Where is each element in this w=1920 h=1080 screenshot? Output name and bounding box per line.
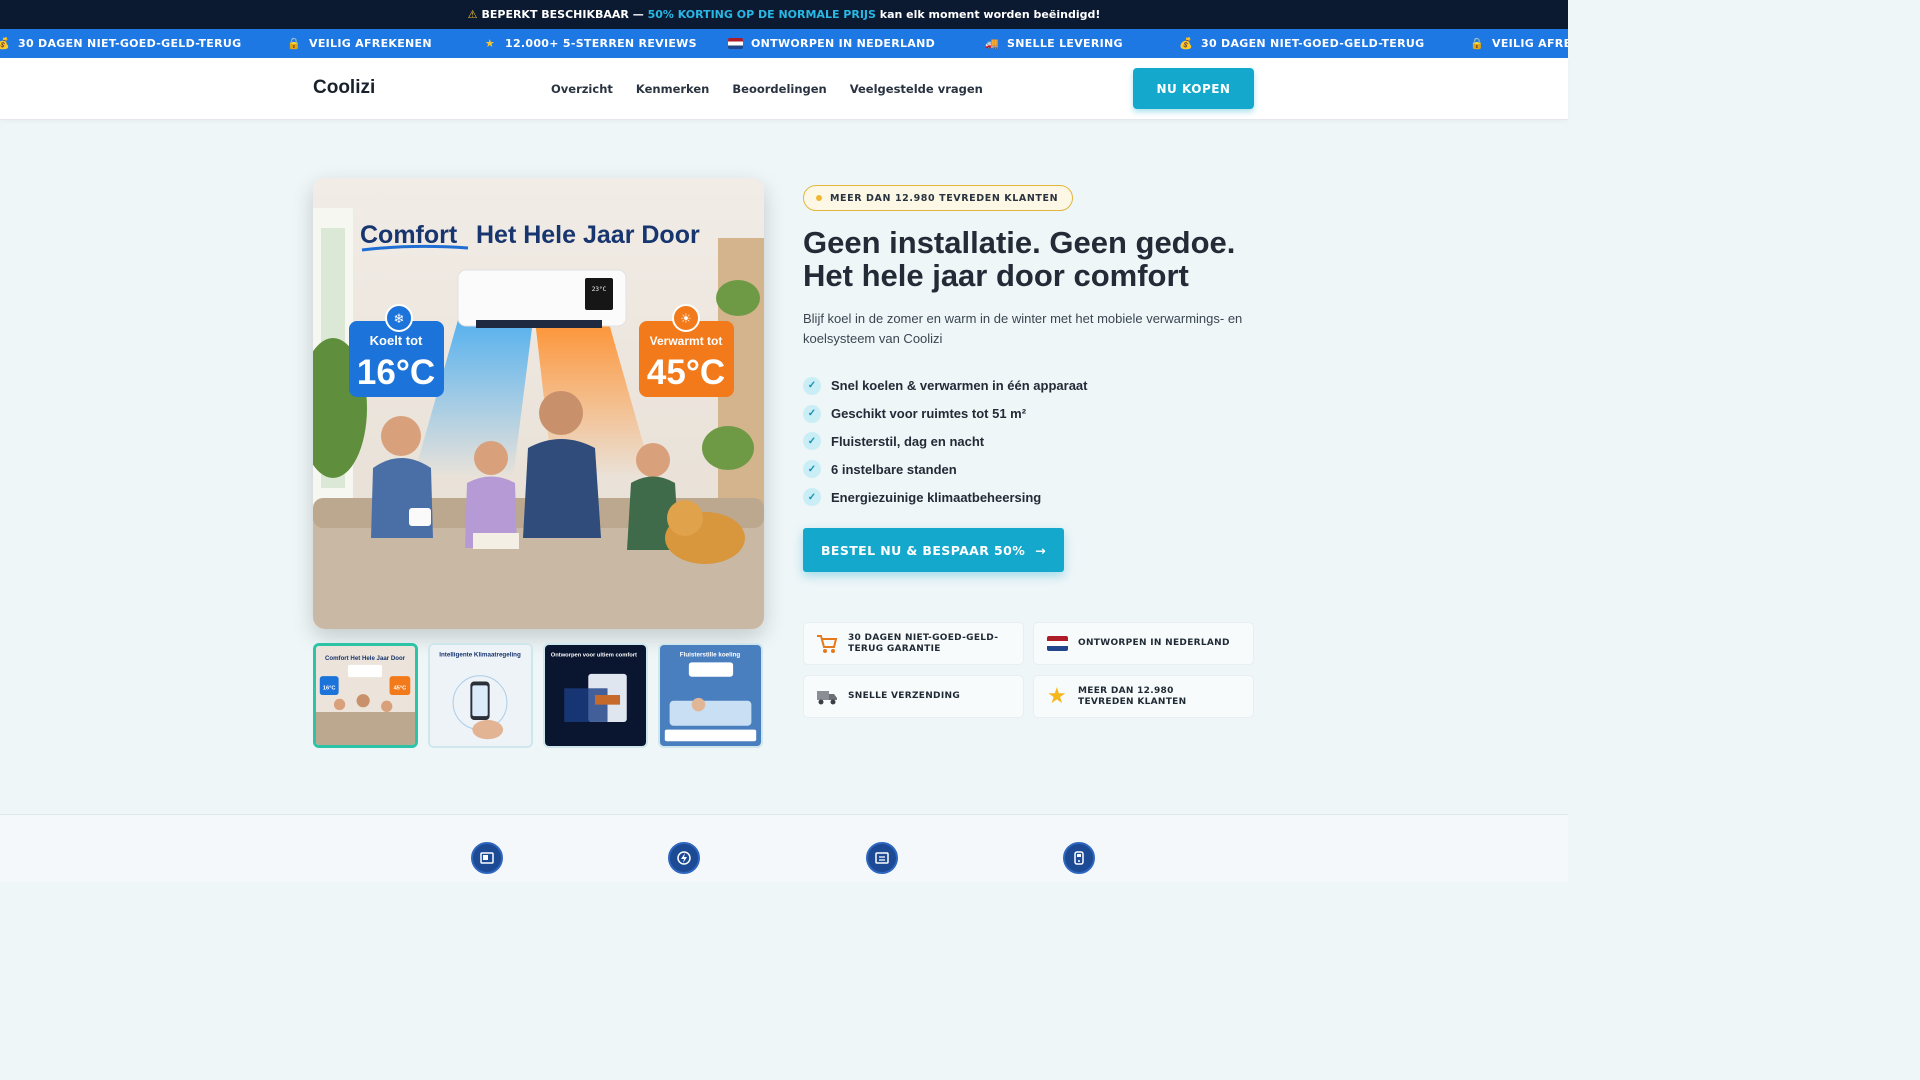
thumbnail-1[interactable]: Comfort Het Hele Jaar Door 16°C 45°C — [313, 643, 418, 748]
announcement-suffix: kan elk moment worden beëindigd! — [879, 8, 1101, 21]
device-icon — [471, 842, 503, 874]
svg-text:16°C: 16°C — [323, 685, 336, 691]
heat-label: Verwarmt tot — [650, 334, 723, 348]
truck-icon: 🚚 — [985, 36, 999, 50]
thumbnail-caption: Ontworpen voor ultiem comfort — [551, 653, 637, 659]
hero-title-rest: Het Hele Jaar Door — [476, 221, 700, 249]
cool-temp: 16°C — [357, 353, 435, 392]
truck-icon — [816, 686, 838, 708]
order-now-button[interactable]: BESTEL NU & BESPAAR 50% → — [803, 528, 1064, 572]
feature-item: ✓ Fluisterstil, dag en nacht — [803, 428, 1088, 456]
ticker-item: 💰 30 DAGEN NIET-GOED-GELD-TERUG — [1179, 36, 1425, 51]
logo[interactable]: Coolizi — [313, 77, 375, 99]
feature-icons-strip — [0, 814, 1568, 882]
warning-icon: ⚠ — [467, 8, 478, 21]
hero-headline: Geen installatie. Geen gedoe. Het hele j… — [803, 226, 1283, 292]
cart-icon — [816, 633, 838, 655]
heat-temp: 45°C — [647, 353, 725, 392]
feature-item: ✓ Snel koelen & verwarmen in één apparaat — [803, 372, 1088, 400]
buy-now-button[interactable]: NU KOPEN — [1133, 68, 1254, 109]
feature-item: ✓ 6 instelbare standen — [803, 455, 1088, 483]
thumbnail-caption: Intelligente Klimaatregeling — [439, 652, 521, 659]
snowflake-icon: ❄ — [394, 312, 405, 327]
check-icon: ✓ — [803, 404, 821, 423]
ticker-item: 🔒 VEILIG AFREKENEN — [1470, 36, 1568, 51]
thumbnail-3[interactable]: Ontworpen voor ultiem comfort — [543, 643, 648, 748]
hero-subtext: Blijf koel in de zomer en warm in de win… — [803, 311, 1243, 346]
hero-illustration: 23°C Comfort Het Hele Jaar Door ❄ Koelt … — [313, 178, 764, 629]
announcement-prefix: BEPERKT BESCHIKBAAR — — [481, 8, 644, 21]
headline-line-1: Geen installatie. Geen gedoe. — [803, 225, 1236, 260]
main-nav: Coolizi Overzicht Kenmerken Beoordelinge… — [0, 58, 1568, 120]
nav-link-beoordelingen[interactable]: Beoordelingen — [732, 82, 826, 96]
thumbnail-caption: Fluisterstille koeling — [680, 652, 741, 659]
feature-item: ✓ Geschikt voor ruimtes tot 51 m² — [803, 400, 1088, 428]
feature-item: ✓ Energiezuinige klimaatbeheersing — [803, 483, 1088, 511]
trust-card-customers: ★ MEER DAN 12.980 TEVREDEN KLANTEN — [1033, 675, 1254, 718]
star-icon: ★ — [1046, 684, 1068, 709]
lock-icon: 🔒 — [287, 36, 301, 50]
ticker-item: ★ 12.000+ 5-STERREN REVIEWS — [484, 36, 697, 51]
cool-label: Koelt tot — [370, 333, 423, 348]
check-icon: ✓ — [803, 376, 821, 395]
arrow-right-icon: → — [1035, 542, 1047, 558]
remote-icon — [1063, 842, 1095, 874]
feature-list: ✓ Snel koelen & verwarmen in één apparaat… — [803, 372, 1088, 511]
star-icon: ★ — [484, 36, 496, 50]
dutch-flag-icon — [728, 38, 743, 49]
check-icon: ✓ — [803, 488, 821, 507]
nav-link-faq[interactable]: Veelgestelde vragen — [850, 82, 983, 96]
announcement-bar: ⚠ BEPERKT BESCHIKBAAR — 50% KORTING OP D… — [0, 0, 1568, 29]
nav-links: Overzicht Kenmerken Beoordelingen Veelge… — [551, 82, 983, 96]
hero-title-word: Comfort — [360, 221, 458, 249]
dutch-flag-icon — [1046, 633, 1068, 655]
ticker-item: 🔒 VEILIG AFREKENEN — [287, 36, 432, 51]
trust-grid: 30 DAGEN NIET-GOED-GELD-TERUG GARANTIE O… — [803, 622, 1254, 718]
energy-icon — [668, 842, 700, 874]
nav-link-kenmerken[interactable]: Kenmerken — [636, 82, 709, 96]
thumbnail-gallery: Comfort Het Hele Jaar Door 16°C 45°C Int… — [313, 643, 763, 748]
headline-line-2: Het hele jaar door comfort — [803, 258, 1189, 293]
trust-ticker: 💰 30 DAGEN NIET-GOED-GELD-TERUG 🔒 VEILIG… — [0, 29, 1568, 58]
svg-text:45°C: 45°C — [394, 685, 407, 691]
check-icon: ✓ — [803, 432, 821, 451]
hero-product-image[interactable]: 23°C Comfort Het Hele Jaar Door ❄ Koelt … — [313, 178, 764, 629]
sun-icon: ☀ — [680, 312, 692, 327]
nav-link-overzicht[interactable]: Overzicht — [551, 82, 613, 96]
ticker-item: 🚚 SNELLE LEVERING — [985, 36, 1123, 51]
ticker-item: 💰 30 DAGEN NIET-GOED-GELD-TERUG — [0, 29, 241, 58]
announcement-highlight: 50% KORTING OP DE NORMALE PRIJS — [647, 8, 876, 21]
lock-icon: 🔒 — [1470, 36, 1484, 50]
money-bag-icon: 💰 — [0, 36, 10, 50]
trust-card-shipping: SNELLE VERZENDING — [803, 675, 1024, 718]
ticker-item: ONTWORPEN IN NEDERLAND — [728, 29, 935, 58]
trust-card-netherlands: ONTWORPEN IN NEDERLAND — [1033, 622, 1254, 665]
cooling-unit-icon — [866, 842, 898, 874]
check-icon: ✓ — [803, 460, 821, 479]
dot-icon — [816, 195, 822, 201]
money-bag-icon: 💰 — [1179, 36, 1193, 50]
thumbnail-2[interactable]: Intelligente Klimaatregeling — [428, 643, 533, 748]
ac-display: 23°C — [592, 286, 607, 293]
thumbnail-caption: Comfort Het Hele Jaar Door — [325, 655, 406, 662]
customers-badge: MEER DAN 12.980 TEVREDEN KLANTEN — [803, 185, 1074, 211]
trust-card-guarantee: 30 DAGEN NIET-GOED-GELD-TERUG GARANTIE — [803, 622, 1024, 665]
thumbnail-4[interactable]: Fluisterstille koeling — [658, 643, 763, 748]
